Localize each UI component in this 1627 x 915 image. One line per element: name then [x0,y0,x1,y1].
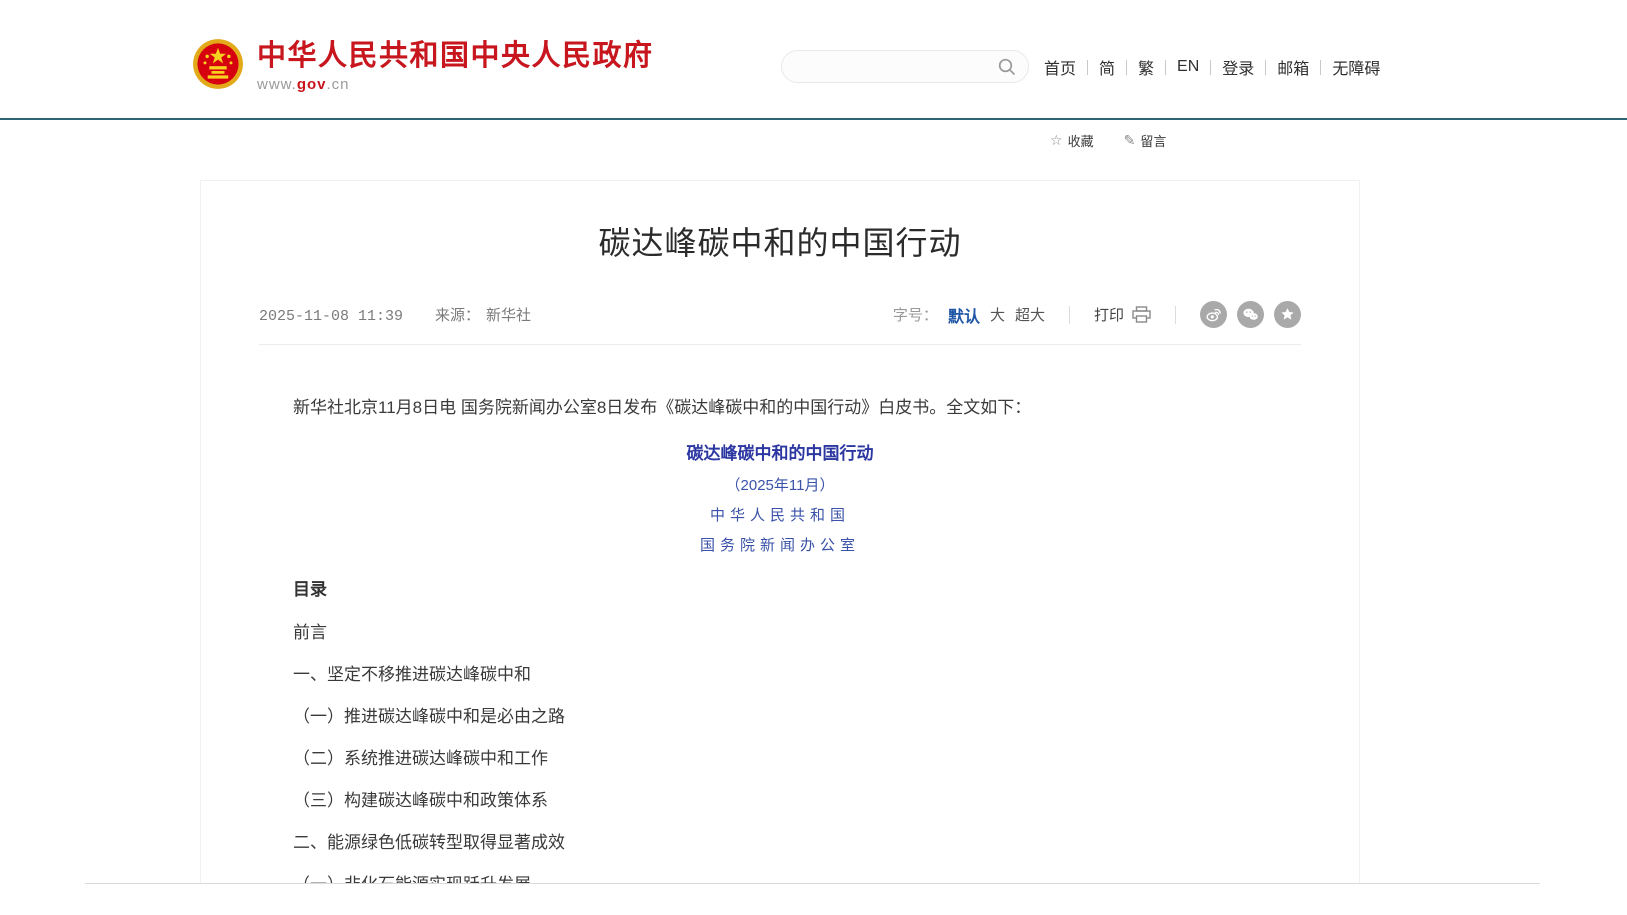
toc-item-2: 二、能源绿色低碳转型取得显著成效 [259,833,1301,853]
font-size-default-button[interactable]: 默认 [948,303,980,327]
article-title: 碳达峰碳中和的中国行动 [259,221,1301,265]
header-nav: 首页 简 繁 EN 登录 邮箱 无障碍 [1044,56,1391,78]
nav-login[interactable]: 登录 [1211,55,1265,79]
comment-label: 留言 [1140,131,1166,150]
share-icons [1200,301,1301,328]
article-body: 新华社北京11月8日电 国务院新闻办公室8日发布《碳达峰碳中和的中国行动》白皮书… [259,397,1301,895]
toc-item-1-3: （三）构建碳达峰碳中和政策体系 [259,791,1301,811]
publish-time: 2025-11-08 11:39 [259,308,403,325]
site-url-suffix: .cn [327,76,350,93]
document-issuer-1: 中华人民共和国 [259,507,1301,525]
footer-divider-area [0,883,1627,915]
site-url-gov: gov [297,76,327,93]
nav-english[interactable]: EN [1166,58,1210,76]
print-label: 打印 [1094,304,1124,325]
nav-home[interactable]: 首页 [1044,55,1087,79]
toc-item-preface: 前言 [259,623,1301,643]
nav-mail[interactable]: 邮箱 [1266,55,1320,79]
font-size-large-button[interactable]: 大 [990,304,1005,325]
site-title: 中华人民共和国中央人民政府 [257,38,654,74]
document-title: 碳达峰碳中和的中国行动 [259,443,1301,465]
source-label: 来源： [435,304,480,325]
wechat-icon[interactable] [1237,301,1264,328]
printer-icon [1132,306,1151,323]
site-identity: 中华人民共和国中央人民政府 www.gov.cn [257,38,654,93]
search-icon[interactable] [996,56,1018,78]
document-issuer-2: 国务院新闻办公室 [259,537,1301,555]
site-header: 中华人民共和国中央人民政府 www.gov.cn 首页 简 繁 EN 登录 [0,0,1627,118]
header-divider [0,118,1627,120]
favorite-label: 收藏 [1068,131,1094,150]
favorite-button[interactable]: ☆ 收藏 [1050,131,1094,150]
comment-button[interactable]: ✎ 留言 [1124,131,1167,150]
toc-item-1-1: （一）推进碳达峰碳中和是必由之路 [259,707,1301,727]
article-meta-bar: 2025-11-08 11:39 来源： 新华社 字号： 默认 大 超大 打印 [259,301,1301,345]
nav-simplified[interactable]: 简 [1088,55,1126,79]
national-emblem-icon [192,38,244,90]
weibo-icon[interactable] [1200,301,1227,328]
article-card: 碳达峰碳中和的中国行动 2025-11-08 11:39 来源： 新华社 字号：… [200,180,1360,915]
meta-divider [1069,306,1070,324]
article-meta-left: 2025-11-08 11:39 来源： 新华社 [259,304,531,325]
meta-divider [1175,306,1176,324]
article-meta-right: 字号： 默认 大 超大 打印 [893,301,1301,328]
star-share-icon[interactable] [1274,301,1301,328]
page: 中华人民共和国中央人民政府 www.gov.cn 首页 简 繁 EN 登录 [0,0,1627,915]
site-logo[interactable]: 中华人民共和国中央人民政府 www.gov.cn [192,38,654,93]
pencil-icon: ✎ [1124,132,1136,149]
toc-item-1: 一、坚定不移推进碳达峰碳中和 [259,665,1301,685]
page-tools: ☆ 收藏 ✎ 留言 [1050,131,1166,150]
nav-accessibility[interactable]: 无障碍 [1321,55,1391,79]
toc-heading: 目录 [259,579,1301,601]
footer-divider [85,883,1540,884]
toc-item-1-2: （二）系统推进碳达峰碳中和工作 [259,749,1301,769]
star-icon: ☆ [1050,132,1063,149]
article-intro: 新华社北京11月8日电 国务院新闻办公室8日发布《碳达峰碳中和的中国行动》白皮书… [259,397,1301,419]
font-size-label: 字号： [893,304,938,325]
search-input[interactable] [798,59,996,75]
search-box[interactable] [781,50,1029,83]
print-button[interactable]: 打印 [1094,304,1151,325]
document-date: （2025年11月） [259,477,1301,495]
nav-traditional[interactable]: 繁 [1127,55,1165,79]
site-url-prefix: www. [257,76,297,93]
font-size-xlarge-button[interactable]: 超大 [1015,304,1045,325]
site-url: www.gov.cn [257,76,654,93]
source-value: 新华社 [486,304,531,325]
